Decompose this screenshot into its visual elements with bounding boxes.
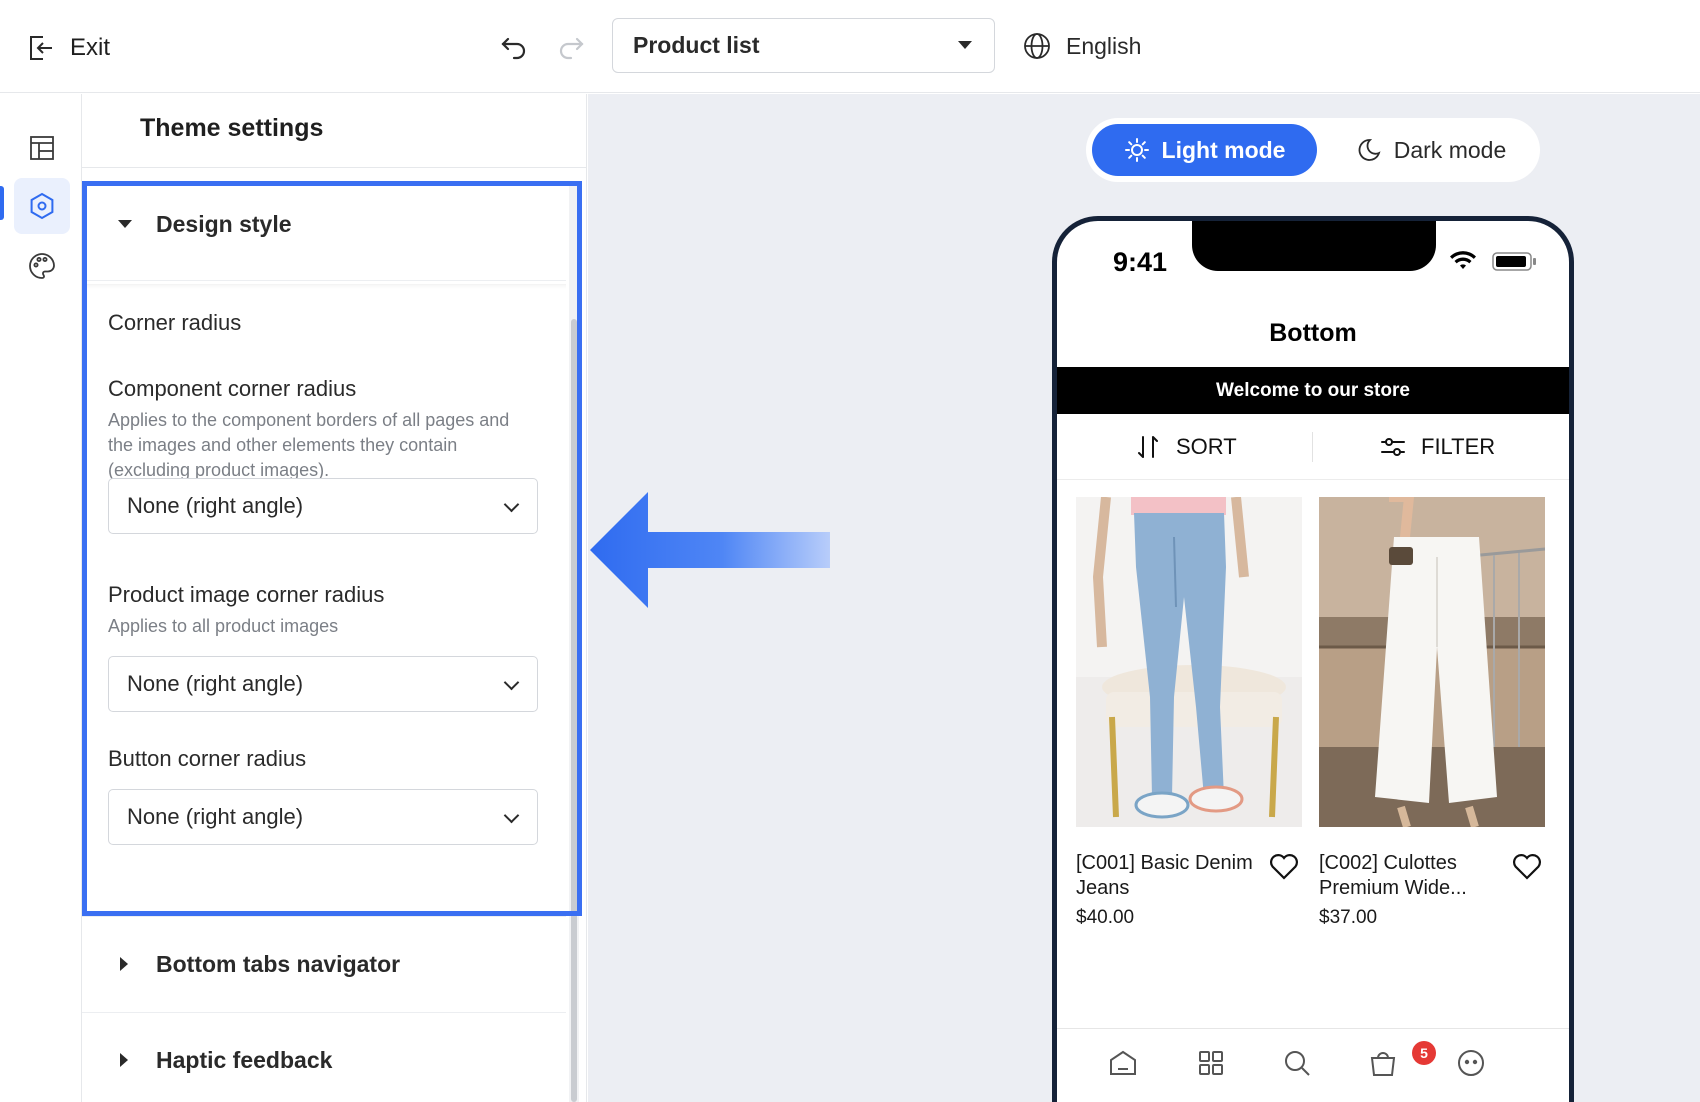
chevron-down-icon xyxy=(503,496,520,513)
phone-notch xyxy=(1192,221,1436,271)
phone-tab-bar: 5 xyxy=(1057,1028,1569,1098)
caret-down-icon xyxy=(958,41,972,49)
heart-icon[interactable] xyxy=(1268,851,1300,881)
welcome-banner-text: Welcome to our store xyxy=(1216,379,1410,401)
product-name: [C002] Culottes Premium Wide... xyxy=(1319,852,1467,899)
arrow-left-icon xyxy=(590,492,830,608)
sort-filter-bar: SORT FILTER xyxy=(1057,414,1569,480)
section-separator xyxy=(82,280,566,281)
search-icon xyxy=(1285,1051,1310,1076)
undo-icon[interactable] xyxy=(498,30,530,62)
section-design-style-header[interactable]: Design style xyxy=(82,176,566,272)
mode-toggle: Light mode Dark mode xyxy=(1086,118,1540,182)
product-image-corner-radius-value: None (right angle) xyxy=(127,671,304,696)
phone-preview: 9:41 Bottom Welcome to our store SORT FI… xyxy=(1052,216,1574,1102)
section-bottom-tabs-label: Bottom tabs navigator xyxy=(156,950,401,977)
chevron-down-icon xyxy=(503,807,520,824)
tab-more[interactable] xyxy=(1455,1047,1487,1079)
panel-title: Theme settings xyxy=(140,114,324,142)
component-corner-radius-label: Component corner radius xyxy=(108,376,357,401)
redo-icon[interactable] xyxy=(555,30,587,62)
palette-icon xyxy=(29,253,55,279)
layout-icon xyxy=(30,136,54,160)
sort-filter-divider xyxy=(1312,432,1313,462)
language-label: English xyxy=(1066,32,1142,59)
bag-icon xyxy=(1370,1052,1396,1076)
dark-mode-button[interactable]: Dark mode xyxy=(1336,124,1526,176)
product-image-culottes xyxy=(1319,497,1545,827)
page-select-dropdown[interactable]: Product list xyxy=(612,18,995,73)
exit-button[interactable]: Exit xyxy=(26,30,110,66)
language-selector[interactable]: English xyxy=(1022,28,1141,64)
product-image[interactable] xyxy=(1319,497,1545,827)
caret-right-icon xyxy=(120,957,128,971)
heart-icon[interactable] xyxy=(1511,851,1543,881)
rail-item-theme-settings[interactable] xyxy=(14,178,70,234)
component-corner-radius-value: None (right angle) xyxy=(127,493,304,518)
dark-mode-label: Dark mode xyxy=(1393,136,1507,163)
welcome-banner: Welcome to our store xyxy=(1057,367,1569,414)
globe-icon xyxy=(1024,33,1050,59)
light-mode-button[interactable]: Light mode xyxy=(1092,124,1317,176)
product-image-jeans xyxy=(1076,497,1302,827)
battery-icon xyxy=(1492,252,1536,271)
tab-cart[interactable] xyxy=(1367,1047,1399,1079)
sort-button[interactable]: SORT xyxy=(1134,414,1237,480)
caret-down-icon xyxy=(118,220,132,228)
section-design-style-label: Design style xyxy=(156,210,292,237)
grid-icon xyxy=(1199,1051,1223,1075)
product-image-corner-radius-help: Applies to all product images xyxy=(108,616,339,636)
corner-radius-group-title: Corner radius xyxy=(108,310,242,335)
design-style-body: Corner radius Component corner radius Ap… xyxy=(82,284,566,904)
component-corner-radius-select[interactable]: None (right angle) xyxy=(108,478,538,534)
product-card[interactable]: [C002] Culottes Premium Wide... $37.00 xyxy=(1319,497,1545,928)
button-corner-radius-value: None (right angle) xyxy=(127,804,304,829)
phone-page-title: Bottom xyxy=(1269,319,1357,347)
sun-icon xyxy=(1124,138,1149,162)
tab-home[interactable] xyxy=(1107,1047,1139,1079)
sort-icon xyxy=(1138,436,1158,458)
product-image[interactable] xyxy=(1076,497,1302,827)
page-select-value: Product list xyxy=(633,32,760,58)
status-icons xyxy=(1450,251,1536,271)
home-icon xyxy=(1110,1050,1136,1075)
left-icon-rail xyxy=(0,94,82,1102)
caret-right-icon xyxy=(120,1053,128,1067)
more-icon xyxy=(1458,1050,1484,1076)
product-card[interactable]: [C001] Basic Denim Jeans $40.00 xyxy=(1076,497,1302,928)
theme-settings-panel: Theme settings Design style Corner radiu… xyxy=(82,94,587,1102)
scrollbar-thumb[interactable] xyxy=(571,319,577,1102)
component-corner-radius-help: Applies to the component borders of all … xyxy=(108,410,510,480)
product-image-corner-radius-select[interactable]: None (right angle) xyxy=(108,656,538,712)
hexagon-settings-icon xyxy=(30,192,54,220)
button-corner-radius-select[interactable]: None (right angle) xyxy=(108,789,538,845)
top-bar: Exit Product list English xyxy=(0,0,1700,93)
tab-categories[interactable] xyxy=(1195,1047,1227,1079)
status-time: 9:41 xyxy=(1113,247,1168,277)
panel-divider xyxy=(82,167,586,168)
chevron-down-icon xyxy=(503,674,520,691)
product-image-corner-radius-label: Product image corner radius xyxy=(108,582,385,607)
light-mode-label: Light mode xyxy=(1161,136,1286,163)
moon-icon xyxy=(1358,139,1381,161)
rail-item-layout[interactable] xyxy=(14,120,70,176)
exit-label: Exit xyxy=(70,34,111,61)
product-price: $40.00 xyxy=(1076,907,1135,928)
sort-label: SORT xyxy=(1176,434,1237,459)
cart-badge: 5 xyxy=(1412,1041,1436,1065)
filter-icon xyxy=(1381,438,1405,456)
filter-label: FILTER xyxy=(1421,434,1496,459)
product-name: [C001] Basic Denim Jeans xyxy=(1076,852,1253,899)
section-haptic-feedback-header[interactable]: Haptic feedback xyxy=(82,1012,566,1102)
active-rail-marker xyxy=(0,186,4,220)
button-corner-radius-label: Button corner radius xyxy=(108,746,307,771)
filter-button[interactable]: FILTER xyxy=(1379,414,1495,480)
product-price: $37.00 xyxy=(1319,907,1378,928)
tab-search[interactable] xyxy=(1281,1047,1313,1079)
section-haptic-feedback-label: Haptic feedback xyxy=(156,1046,333,1073)
section-bottom-tabs-header[interactable]: Bottom tabs navigator xyxy=(82,916,566,1012)
wifi-icon xyxy=(1450,251,1476,269)
exit-icon xyxy=(30,36,52,60)
rail-item-palette[interactable] xyxy=(14,238,70,294)
